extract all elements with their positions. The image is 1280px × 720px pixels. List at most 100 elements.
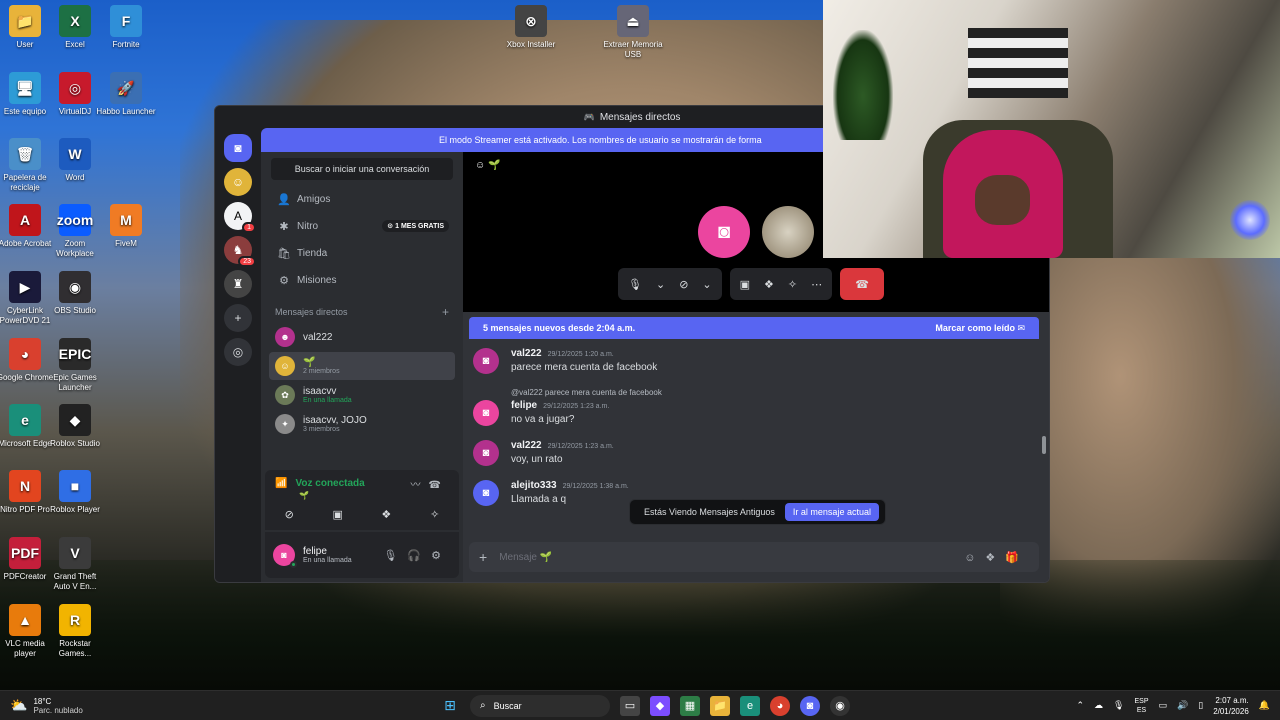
nav-missions-label: Misiones [297, 274, 337, 286]
activities-icon[interactable]: ❖ [368, 508, 404, 521]
server-icon-game[interactable]: ♞ 23 [224, 236, 256, 267]
search-conversation-button[interactable]: Buscar o iniciar una conversación [271, 158, 453, 180]
camera-off-icon[interactable]: ⊘ [271, 508, 307, 521]
message-text: no va a jugar? [511, 414, 575, 425]
discord-taskbar-icon[interactable]: ◙ [800, 695, 820, 716]
microphone-icon[interactable]: 🎙 [383, 550, 407, 562]
mark-read-button[interactable]: Marcar como leído ✉ [935, 323, 1025, 334]
desktop-icon-fortnite[interactable]: F Fortnite [96, 5, 156, 50]
desktop-icon-rockstar[interactable]: R Rockstar Games... [45, 604, 105, 659]
microphone-icon[interactable]: 🎙 [1113, 700, 1124, 711]
emoji-icon[interactable]: ☺ [964, 552, 985, 564]
jump-to-present-button[interactable]: Ir al mensaje actual [784, 503, 879, 521]
avatar[interactable]: ◙ [473, 480, 499, 506]
language-top: ESP [1134, 697, 1149, 705]
network-icon[interactable]: ▭ [1159, 700, 1168, 711]
battery-icon[interactable]: ▯ [1198, 700, 1203, 711]
message-composer[interactable]: + Mensaje 🌱 ☺❖🎁 [469, 542, 1039, 572]
weather-widget[interactable]: ⛅ 18°C Parc. nublado [10, 697, 130, 715]
reply-reference[interactable]: @val222 parece mera cuenta de facebook [511, 388, 1039, 397]
onedrive-icon[interactable]: ☁ [1094, 700, 1103, 711]
headphones-icon[interactable]: 🎧 [407, 550, 431, 562]
notification-icon[interactable]: 🔔 [1259, 700, 1270, 711]
message-author[interactable]: val222 [511, 348, 542, 359]
desktop-icon-obs[interactable]: ◉ OBS Studio [45, 271, 105, 316]
apps-icon[interactable]: ❖ [985, 552, 1005, 564]
settings-gear-icon[interactable]: ⚙ [431, 550, 451, 562]
nav-missions[interactable]: ⚙ Misiones [269, 267, 455, 293]
clock[interactable]: 2:07 a.m. 2/01/2026 [1213, 695, 1249, 717]
call-channel-name: 🌱 [488, 160, 501, 171]
nav-shop[interactable]: 🛍 Tienda [269, 240, 455, 266]
add-server-icon[interactable]: + [224, 304, 252, 332]
message-author[interactable]: val222 [511, 440, 542, 451]
dm-home-icon[interactable]: ◙ [224, 134, 252, 162]
papelera-icon: 🗑 [9, 138, 41, 170]
message[interactable]: ◙ val222 29/12/2025 1:20 a.m. parece mera c… [473, 348, 1039, 374]
server-rail: ◙ ☺ A1 ♞ 23 ♜ + ◎ [215, 128, 261, 582]
gift-icon[interactable]: 🎁 [1005, 552, 1029, 564]
chevron-up-icon[interactable]: ⌃ [1077, 700, 1085, 711]
dm-item[interactable]: ☻ val222 [269, 323, 455, 351]
start-icon[interactable]: ⊞ [440, 696, 460, 716]
hang-up-button[interactable]: ☎ [840, 268, 885, 300]
server-icon-a[interactable]: A1 [224, 202, 256, 233]
avatar[interactable]: ◙ [473, 348, 499, 374]
file-explorer-icon[interactable]: 📁 [710, 695, 730, 716]
message-author[interactable]: alejito333 [511, 480, 557, 491]
message[interactable]: ◙ felipe 29/12/2025 1:23 a.m. no va a jugar… [473, 400, 1039, 426]
call-actions[interactable]: ▣ ❖ ✧ ⋯ [729, 268, 833, 300]
desktop-icon-word[interactable]: W Word [45, 138, 105, 183]
desktop-icon-xbox[interactable]: ⊗ Xbox Installer [501, 5, 561, 50]
dm-item[interactable]: ☺ 🌱 2 miembros [269, 352, 455, 380]
dm-name: 🌱 [303, 357, 316, 368]
app-icon[interactable]: ◆ [650, 695, 670, 716]
desktop-icon-epic[interactable]: EPIC Epic Games Launcher [45, 338, 105, 393]
server-icon-group[interactable]: ☺ [224, 168, 252, 196]
desktop-icon-label: Extraer Memoria USB [603, 40, 663, 59]
discover-icon[interactable]: ◎ [224, 338, 252, 366]
scrollbar-thumb[interactable] [1042, 436, 1046, 454]
nav-friends[interactable]: 👤 Amigos [269, 186, 455, 212]
call-tile-participant[interactable] [762, 206, 814, 258]
desktop-icon-usb[interactable]: ⏏ Extraer Memoria USB [603, 5, 663, 60]
dm-subtitle: En una llamada [303, 397, 352, 404]
virtualdj-icon: ◎ [59, 72, 91, 104]
message[interactable]: ◙ val222 29/12/2025 1:23 a.m. voy, un rato [473, 440, 1039, 466]
message-author[interactable]: felipe [511, 400, 537, 411]
server-icon-dark[interactable]: ♜ [224, 270, 252, 298]
nav-nitro[interactable]: ✱ Nitro ⊙ 1 MES GRATIS [269, 213, 455, 239]
chrome-icon[interactable]: ◕ [770, 695, 790, 716]
avatar: ☺ [275, 356, 295, 376]
desktop-icon-label: Grand Theft Auto V En... [53, 572, 97, 591]
desktop-icon-roblox-studio[interactable]: ◆ Roblox Studio [45, 404, 105, 449]
edge-icon[interactable]: e [740, 695, 760, 716]
screen-share-icon[interactable]: ▣ [320, 508, 356, 521]
soundboard-icon[interactable]: ✧ [417, 508, 453, 521]
add-attachment-icon[interactable]: + [479, 549, 487, 565]
message-input[interactable]: Mensaje 🌱 [499, 552, 552, 563]
new-messages-bar[interactable]: 5 mensajes nuevos desde 2:04 a.m. Marcar… [469, 317, 1039, 339]
desktop-icon-roblox-player[interactable]: ■ Roblox Player [45, 470, 105, 515]
avatar[interactable]: ◙ [273, 544, 297, 568]
dm-list: ☻ val222 ☺ 🌱 2 miembros ✿ isaacvv En una llamad… [261, 323, 463, 438]
language-indicator[interactable]: ESP ES [1134, 697, 1148, 715]
dm-item[interactable]: ✿ isaacvv En una llamada [269, 381, 455, 409]
task-view-icon[interactable]: ▭ [620, 695, 640, 716]
obs-taskbar-icon[interactable]: ◉ [830, 695, 850, 716]
noise-suppression-icon[interactable]: 〰 [411, 480, 429, 491]
desktop-icon-gta[interactable]: V Grand Theft Auto V En... [45, 537, 105, 592]
desktop-icon-fivem[interactable]: M FiveM [96, 204, 156, 249]
call-tile-self[interactable]: ◙ [698, 206, 750, 258]
old-messages-toast: Estás Viendo Mensajes Antiguos Ir al men… [629, 499, 886, 525]
store-icon[interactable]: ▦ [680, 695, 700, 716]
create-dm-icon[interactable]: + [442, 305, 449, 319]
volume-icon[interactable]: 🔊 [1177, 700, 1188, 711]
avatar[interactable]: ◙ [473, 400, 499, 426]
avatar[interactable]: ◙ [473, 440, 499, 466]
disconnect-icon[interactable]: ☎ [429, 480, 449, 491]
desktop-icon-habbo[interactable]: 🚀 Habbo Launcher [96, 72, 156, 117]
dm-item[interactable]: ✦ isaacvv, JOJO 3 miembros [269, 410, 455, 438]
mic-control[interactable]: 🎙 ⌄ ⊘ ⌄ [618, 268, 722, 300]
taskbar-search[interactable]: ⌕ Buscar [470, 694, 610, 717]
